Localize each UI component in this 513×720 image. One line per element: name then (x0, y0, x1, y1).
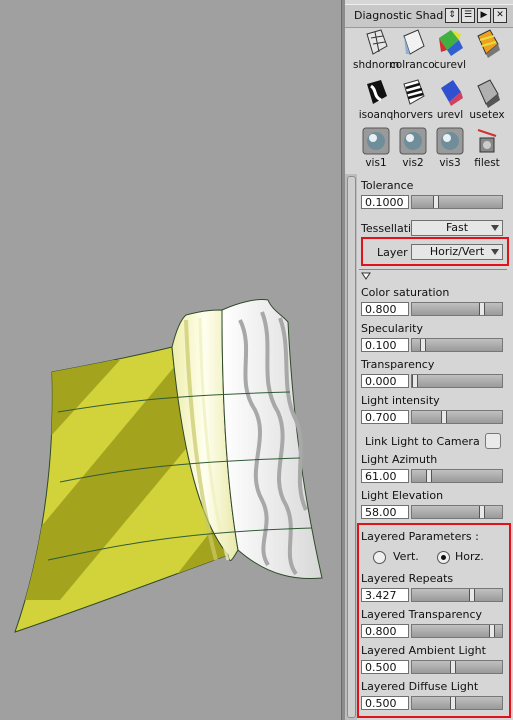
color-random-icon (403, 29, 425, 55)
layer-dropdown[interactable]: Horiz/Vert (411, 244, 503, 260)
slider-knob[interactable] (412, 375, 418, 387)
slider-knob[interactable] (469, 589, 475, 601)
chevron-down-icon (491, 225, 499, 231)
sphere-vis3-icon (436, 127, 464, 155)
panel-scrollbar[interactable] (345, 174, 357, 720)
panel-titlebar: Diagnostic Shad ⇕ ☰ ▶ ✕ (345, 4, 513, 28)
layered-diffuse-field[interactable]: 0.500 (361, 696, 409, 710)
scrollbar-thumb[interactable] (347, 176, 356, 718)
panel-title: Diagnostic Shad (354, 9, 444, 22)
vert-radio-label: Vert. (393, 550, 419, 563)
tessellation-value: Fast (445, 221, 469, 234)
light-intensity-slider[interactable] (411, 410, 503, 424)
menu-icon[interactable]: ☰ (461, 8, 475, 23)
light-azimuth-label: Light Azimuth (361, 453, 438, 466)
curvature-eval-icon (439, 30, 463, 56)
layer-value: Horiz/Vert (429, 245, 485, 258)
shelf-button-usetex[interactable]: usetex (468, 78, 506, 132)
vert-radio[interactable] (373, 551, 386, 564)
layer-label: Layer (377, 246, 408, 259)
color-saturation-slider[interactable] (411, 302, 503, 316)
file-test-icon (477, 129, 497, 153)
light-azimuth-slider[interactable] (411, 469, 503, 483)
layered-transparency-field[interactable]: 0.800 (361, 624, 409, 638)
layered-diffuse-slider[interactable] (411, 696, 503, 710)
slider-knob[interactable] (479, 303, 485, 315)
shelf-button-filest[interactable]: filest (468, 126, 506, 180)
shelf-row-1: shdnormul colrancol curevl (353, 28, 507, 82)
layered-repeats-label: Layered Repeats (361, 572, 454, 585)
slider-knob[interactable] (441, 411, 447, 423)
collapse-triangle-icon[interactable] (361, 272, 371, 280)
shelf-button-shdnormul[interactable]: shdnormul (353, 28, 399, 82)
layered-ambient-field[interactable]: 0.500 (361, 660, 409, 674)
tolerance-slider[interactable] (411, 195, 503, 209)
light-intensity-field[interactable]: 0.700 (361, 410, 409, 424)
section-divider (359, 269, 507, 270)
orange-surface-icon (477, 29, 500, 58)
link-light-label: Link Light to Camera (365, 435, 480, 448)
slider-knob[interactable] (479, 506, 485, 518)
tolerance-field[interactable]: 0.1000 (361, 195, 409, 209)
tolerance-label: Tolerance (361, 179, 414, 192)
surface-eval-icon (441, 80, 463, 106)
light-azimuth-field[interactable]: 61.00 (361, 469, 409, 483)
shelf-row-3: vis1 vis2 vis3 filest (357, 126, 507, 180)
shelf-button-orange[interactable] (468, 28, 506, 82)
slider-knob[interactable] (433, 196, 439, 208)
shaded-surface-render (14, 299, 323, 633)
shelf-button-horvers[interactable]: horvers (393, 78, 433, 132)
light-elevation-slider[interactable] (411, 505, 503, 519)
resize-icon[interactable]: ⇕ (445, 8, 459, 23)
tessellation-label: Tessellati (361, 222, 412, 235)
slider-knob[interactable] (426, 470, 432, 482)
horizontal-stripes-icon (403, 79, 425, 105)
transparency-label: Transparency (361, 358, 435, 371)
texture-icon (477, 79, 500, 108)
transparency-field[interactable]: 0.000 (361, 374, 409, 388)
chevron-down-icon (491, 249, 499, 255)
sphere-vis1-icon (362, 127, 390, 155)
slider-knob[interactable] (450, 697, 456, 709)
sphere-vis2-icon (399, 127, 427, 155)
tessellation-dropdown[interactable]: Fast (411, 220, 503, 236)
layered-ambient-label: Layered Ambient Light (361, 644, 486, 657)
shelf-button-isoanq[interactable]: isoanq (357, 78, 395, 132)
light-elevation-field[interactable]: 58.00 (361, 505, 409, 519)
shelf-button-curevl[interactable]: curevl (431, 28, 469, 82)
color-saturation-label: Color saturation (361, 286, 450, 299)
diagnostic-shading-panel: Diagnostic Shad ⇕ ☰ ▶ ✕ shdnormul colran… (345, 0, 513, 720)
layered-transparency-label: Layered Transparency (361, 608, 483, 621)
transparency-slider[interactable] (411, 374, 503, 388)
layered-transparency-slider[interactable] (411, 624, 503, 638)
layered-ambient-slider[interactable] (411, 660, 503, 674)
layered-repeats-slider[interactable] (411, 588, 503, 602)
isoangle-icon (367, 80, 387, 104)
horz-radio[interactable] (437, 551, 450, 564)
specularity-slider[interactable] (411, 338, 503, 352)
shelf-button-urevl[interactable]: urevl (431, 78, 469, 132)
horz-radio-label: Horz. (455, 550, 484, 563)
expand-icon[interactable]: ▶ (477, 8, 491, 23)
link-light-checkbox[interactable] (485, 433, 501, 449)
light-intensity-label: Light intensity (361, 394, 440, 407)
color-saturation-field[interactable]: 0.800 (361, 302, 409, 316)
specularity-label: Specularity (361, 322, 423, 335)
3d-viewport[interactable] (0, 0, 341, 720)
slider-knob[interactable] (450, 661, 456, 673)
shelf-button-vis2[interactable]: vis2 (394, 126, 432, 180)
layered-parameters-label: Layered Parameters : (361, 530, 479, 543)
light-elevation-label: Light Elevation (361, 489, 444, 502)
slider-knob[interactable] (420, 339, 426, 351)
layered-repeats-field[interactable]: 3.427 (361, 588, 409, 602)
close-icon[interactable]: ✕ (493, 8, 507, 23)
shelf-row-2: isoanq horvers urevl usetex (357, 78, 507, 132)
shaded-normal-icon (366, 29, 388, 55)
shelf-button-colrancol[interactable]: colrancol (390, 28, 436, 82)
specularity-field[interactable]: 0.100 (361, 338, 409, 352)
slider-knob[interactable] (489, 625, 495, 637)
shelf-button-vis3[interactable]: vis3 (431, 126, 469, 180)
shelf-button-vis1[interactable]: vis1 (357, 126, 395, 180)
layered-diffuse-label: Layered Diffuse Light (361, 680, 479, 693)
